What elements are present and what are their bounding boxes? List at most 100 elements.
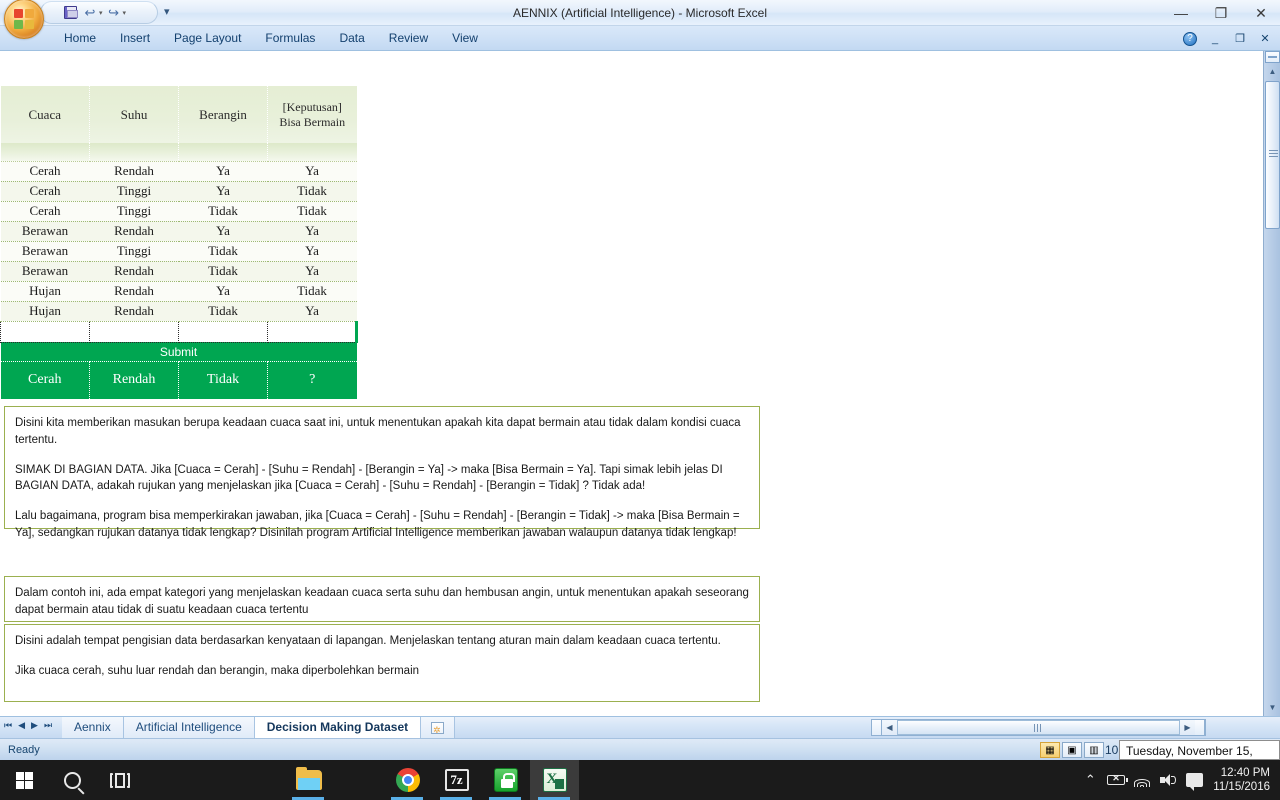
seven-zip-button[interactable]: 7z [432,760,481,800]
header-suhu[interactable]: Suhu [89,86,179,143]
cell-suhu[interactable]: Tinggi [89,241,179,262]
table-row[interactable]: Hujan Rendah Tidak Ya [0,301,357,322]
search-button[interactable] [48,760,96,800]
vertical-scrollbar[interactable]: ▲ ▼ [1263,51,1280,716]
tab-formulas[interactable]: Formulas [253,26,327,51]
cell-berangin[interactable]: Tidak [178,301,268,322]
table-row[interactable]: Cerah Tinggi Ya Tidak [0,181,357,202]
input-keputusan[interactable] [267,320,358,343]
cell-suhu[interactable]: Rendah [89,221,179,242]
split-box-handle[interactable] [1265,51,1280,63]
cell-suhu[interactable]: Rendah [89,161,179,182]
tab-home[interactable]: Home [52,26,108,51]
sheet-tab-aennix[interactable]: Aennix [62,717,124,739]
horizontal-split-handle[interactable] [872,720,882,735]
header-cuaca[interactable]: Cuaca [0,86,90,143]
cell-keputusan[interactable]: Ya [267,261,357,282]
previous-sheet-icon[interactable]: ◀ [18,720,25,731]
insert-worksheet-button[interactable] [421,717,456,741]
last-sheet-icon[interactable]: ⏭ [44,720,52,731]
quick-access-toolbar[interactable]: ↩ ▾ ↪ ▾ [40,1,158,24]
volume-icon[interactable] [1155,760,1181,800]
help-icon[interactable]: ? [1183,31,1197,46]
worksheet-canvas[interactable]: Cuaca Suhu Berangin [Keputusan] Bisa Ber… [0,51,1280,716]
cell-berangin[interactable]: Ya [178,181,268,202]
horizontal-scroll-thumb[interactable] [897,720,1180,735]
table-row[interactable]: Berawan Rendah Tidak Ya [0,261,357,282]
battery-icon[interactable]: ✕ [1103,760,1129,800]
customize-qat-icon[interactable]: ▾ [164,5,170,18]
cell-suhu[interactable]: Tinggi [89,201,179,222]
submit-row[interactable]: Submit [0,342,357,362]
cell-cuaca[interactable]: Berawan [0,241,90,262]
redo-button[interactable]: ↪ [105,4,123,22]
tab-insert[interactable]: Insert [108,26,162,51]
table-row[interactable]: Cerah Tinggi Tidak Tidak [0,201,357,222]
next-sheet-icon[interactable]: ▶ [31,720,38,731]
minimize-button[interactable]: — [1168,3,1194,23]
cell-keputusan[interactable]: Ya [267,221,357,242]
cell-suhu[interactable]: Tinggi [89,181,179,202]
cell-keputusan[interactable]: Ya [267,241,357,262]
table-row[interactable]: Berawan Rendah Ya Ya [0,221,357,242]
undo-button[interactable]: ↩ [81,4,99,22]
cell-berangin[interactable]: Tidak [178,261,268,282]
scroll-right-icon[interactable]: ▶ [1180,723,1195,732]
minimize-ribbon-button[interactable]: _ [1208,33,1222,45]
restore-workbook-button[interactable]: ❐ [1233,32,1247,45]
show-hidden-icons-icon[interactable]: ⌃ [1077,760,1103,800]
horizontal-split-handle-right[interactable] [1195,720,1205,735]
file-explorer-button[interactable] [284,760,333,800]
close-workbook-button[interactable]: ✕ [1258,32,1272,45]
cell-suhu[interactable]: Rendah [89,281,179,302]
tab-view[interactable]: View [440,26,490,51]
cell-keputusan[interactable]: Ya [267,161,357,182]
page-break-view-button[interactable]: ▥ [1084,742,1104,758]
lock-app-button[interactable] [481,760,530,800]
cell-cuaca[interactable]: Berawan [0,261,90,282]
horizontal-scrollbar[interactable]: ◀ ▶ [871,719,1206,736]
cell-berangin[interactable]: Ya [178,281,268,302]
submit-button[interactable]: Submit [0,342,357,362]
cell-suhu[interactable]: Rendah [89,261,179,282]
restore-button[interactable]: ❐ [1208,3,1234,23]
undo-dropdown-icon[interactable]: ▾ [99,9,103,17]
redo-dropdown-icon[interactable]: ▾ [123,9,127,17]
office-button[interactable] [4,0,44,39]
cell-cuaca[interactable]: Cerah [0,181,90,202]
input-berangin[interactable] [178,320,268,343]
tab-page-layout[interactable]: Page Layout [162,26,253,51]
cell-keputusan[interactable]: Tidak [267,281,357,302]
google-chrome-button[interactable] [383,760,432,800]
sheet-tab-decision-making-dataset[interactable]: Decision Making Dataset [254,717,422,739]
scroll-up-icon[interactable]: ▲ [1265,64,1280,79]
header-keputusan[interactable]: [Keputusan] Bisa Bermain [267,86,357,143]
scroll-down-icon[interactable]: ▼ [1265,700,1280,715]
table-row[interactable]: Berawan Tinggi Tidak Ya [0,241,357,262]
cell-cuaca[interactable]: Berawan [0,221,90,242]
cell-cuaca[interactable]: Cerah [0,201,90,222]
sheet-tab-artificial-intelligence[interactable]: Artificial Intelligence [123,717,255,739]
header-berangin[interactable]: Berangin [178,86,268,143]
microsoft-excel-button[interactable] [530,760,579,800]
zoom-level[interactable]: 10 [1105,739,1118,761]
page-layout-view-button[interactable]: ▣ [1062,742,1082,758]
scroll-left-icon[interactable]: ◀ [882,723,897,732]
wifi-icon[interactable] [1129,760,1155,800]
cell-berangin[interactable]: Tidak [178,201,268,222]
cell-keputusan[interactable]: Tidak [267,201,357,222]
cell-berangin[interactable]: Ya [178,161,268,182]
cell-berangin[interactable]: Ya [178,221,268,242]
input-cuaca[interactable] [0,320,90,343]
close-button[interactable]: ✕ [1248,3,1274,23]
taskbar-clock[interactable]: 12:40 PM 11/15/2016 [1207,760,1280,800]
cell-keputusan[interactable]: Tidak [267,181,357,202]
input-row[interactable] [0,320,358,343]
cell-cuaca[interactable]: Cerah [0,161,90,182]
cell-cuaca[interactable]: Hujan [0,301,90,322]
input-suhu[interactable] [89,320,179,343]
save-button[interactable] [61,4,79,22]
cell-cuaca[interactable]: Hujan [0,281,90,302]
cell-keputusan[interactable]: Ya [267,301,357,322]
table-row[interactable]: Hujan Rendah Ya Tidak [0,281,357,302]
